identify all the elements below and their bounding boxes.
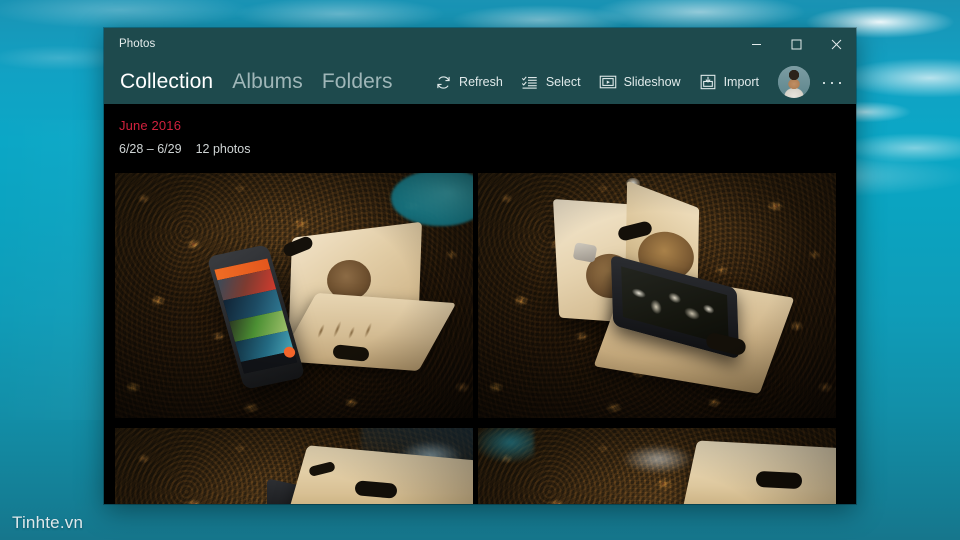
watermark: Tinhte.vn: [12, 513, 84, 532]
import-button[interactable]: Import: [690, 67, 768, 97]
photo-thumbnail[interactable]: [115, 428, 473, 504]
select-icon: [521, 73, 539, 91]
refresh-icon: [434, 73, 452, 91]
tab-folders[interactable]: Folders: [322, 70, 393, 94]
group-photo-count: 12 photos: [195, 142, 251, 156]
group-subheader: 6/28 – 6/29 12 photos: [119, 142, 856, 156]
group-month-label[interactable]: June 2016: [119, 118, 856, 133]
select-button[interactable]: Select: [512, 67, 590, 97]
app-title: Photos: [119, 38, 156, 50]
photo-thumbnail[interactable]: [478, 428, 836, 504]
vr-magnet-button: [572, 242, 598, 263]
command-bar: Collection Albums Folders Refresh Select…: [104, 60, 856, 104]
import-label: Import: [723, 75, 759, 89]
desktop: Tinhte.vn Photos Collection Albums Folde…: [0, 0, 960, 540]
avatar[interactable]: [778, 66, 810, 98]
close-button[interactable]: [816, 28, 856, 60]
slideshow-icon: [599, 73, 617, 91]
refresh-button[interactable]: Refresh: [425, 67, 512, 97]
maximize-icon: [791, 39, 801, 49]
vr-doodle: [300, 314, 392, 348]
photo-thumbnail[interactable]: [478, 168, 836, 423]
avatar-face-icon: [778, 66, 810, 98]
minimize-icon: [751, 43, 761, 45]
maximize-button[interactable]: [776, 28, 816, 60]
photos-app-window: Photos Collection Albums Folders Refresh…: [104, 28, 856, 504]
photo-collection-content[interactable]: June 2016 6/28 – 6/29 12 photos: [104, 104, 856, 504]
slideshow-button[interactable]: Slideshow: [590, 67, 690, 97]
photo-thumbnail[interactable]: [115, 168, 473, 423]
more-options-button[interactable]: ···: [816, 66, 850, 98]
import-icon: [699, 73, 717, 91]
vr-slot: [755, 470, 803, 490]
photo-teal-object: [478, 428, 534, 462]
group-header: June 2016 6/28 – 6/29 12 photos: [104, 104, 856, 156]
tab-albums[interactable]: Albums: [232, 70, 303, 94]
toolbar-actions: Refresh Select Slideshow Import ···: [425, 66, 850, 98]
close-icon: [831, 39, 841, 49]
photo-grid: [104, 168, 856, 504]
minimize-button[interactable]: [736, 28, 776, 60]
nav-tabs: Collection Albums Folders: [104, 70, 393, 94]
slideshow-label: Slideshow: [623, 75, 681, 89]
titlebar: Photos: [104, 28, 856, 60]
refresh-label: Refresh: [459, 75, 503, 89]
window-controls: [736, 28, 856, 60]
group-date-range: 6/28 – 6/29: [119, 142, 182, 156]
select-label: Select: [545, 75, 581, 89]
tab-collection[interactable]: Collection: [120, 70, 213, 94]
